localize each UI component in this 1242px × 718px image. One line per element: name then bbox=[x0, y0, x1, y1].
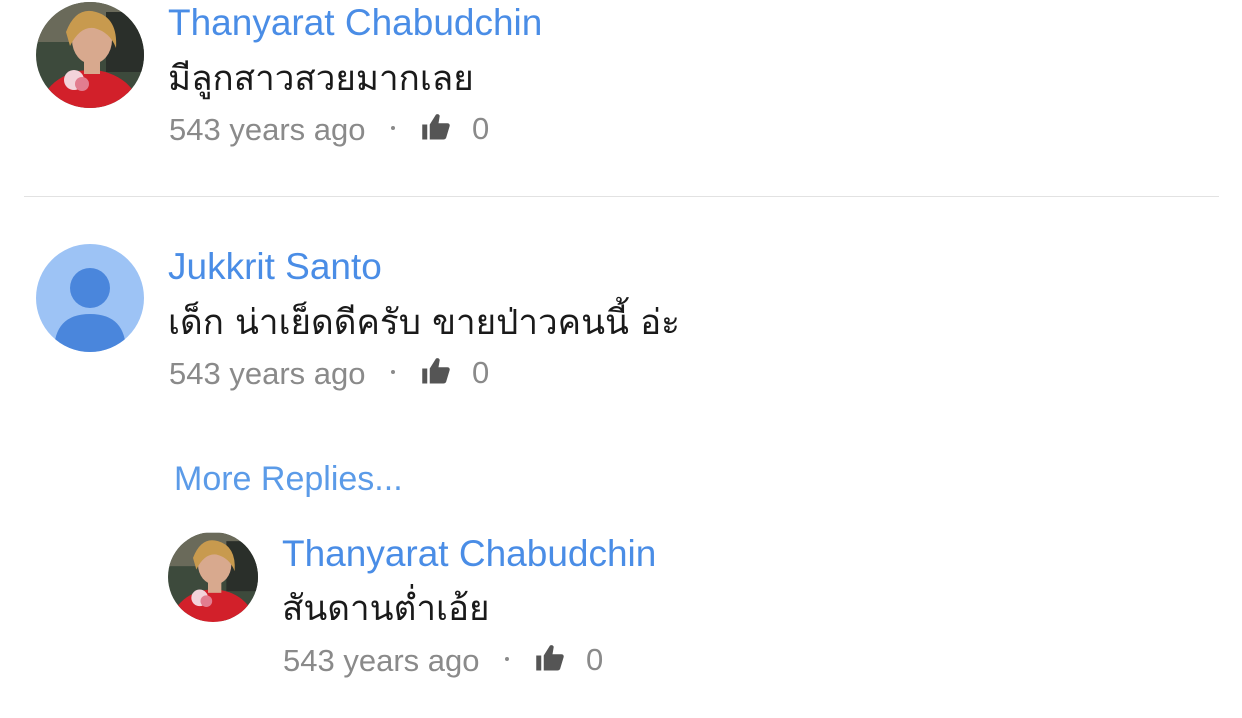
separator-dot bbox=[391, 126, 395, 130]
avatar[interactable] bbox=[36, 2, 144, 108]
comment-author[interactable]: Jukkrit Santo bbox=[168, 248, 382, 285]
comment-divider bbox=[24, 196, 1219, 197]
user-photo-avatar bbox=[168, 532, 258, 622]
comment-timestamp: 543 years ago bbox=[169, 112, 366, 147]
comment-author[interactable]: Thanyarat Chabudchin bbox=[168, 4, 542, 41]
separator-dot bbox=[505, 657, 509, 661]
user-photo-avatar bbox=[36, 2, 144, 108]
like-count: 0 bbox=[472, 355, 490, 390]
avatar[interactable] bbox=[168, 532, 258, 622]
thumbs-up-icon bbox=[422, 114, 450, 140]
like-count: 0 bbox=[472, 111, 490, 146]
comment-author[interactable]: Thanyarat Chabudchin bbox=[282, 535, 656, 572]
comment-timestamp: 543 years ago bbox=[283, 643, 480, 678]
like-button[interactable] bbox=[421, 356, 451, 386]
comment-text: สันดานต่ำเอ้ย bbox=[282, 589, 490, 629]
thumbs-up-icon bbox=[536, 645, 564, 671]
default-person-avatar bbox=[36, 244, 144, 352]
comment-text: เด็ก น่าเย็ดดีครับ ขายป่าวคนนี้ อ่ะ bbox=[168, 303, 680, 343]
like-button[interactable] bbox=[421, 112, 451, 142]
thumbs-up-icon bbox=[422, 358, 450, 384]
separator-dot bbox=[391, 370, 395, 374]
comment-timestamp: 543 years ago bbox=[169, 356, 366, 391]
comment-text: มีลูกสาวสวยมากเลย bbox=[168, 59, 474, 99]
avatar[interactable] bbox=[36, 244, 144, 352]
more-replies-link[interactable]: More Replies... bbox=[174, 462, 403, 496]
like-count: 0 bbox=[586, 642, 604, 677]
like-button[interactable] bbox=[535, 643, 565, 673]
